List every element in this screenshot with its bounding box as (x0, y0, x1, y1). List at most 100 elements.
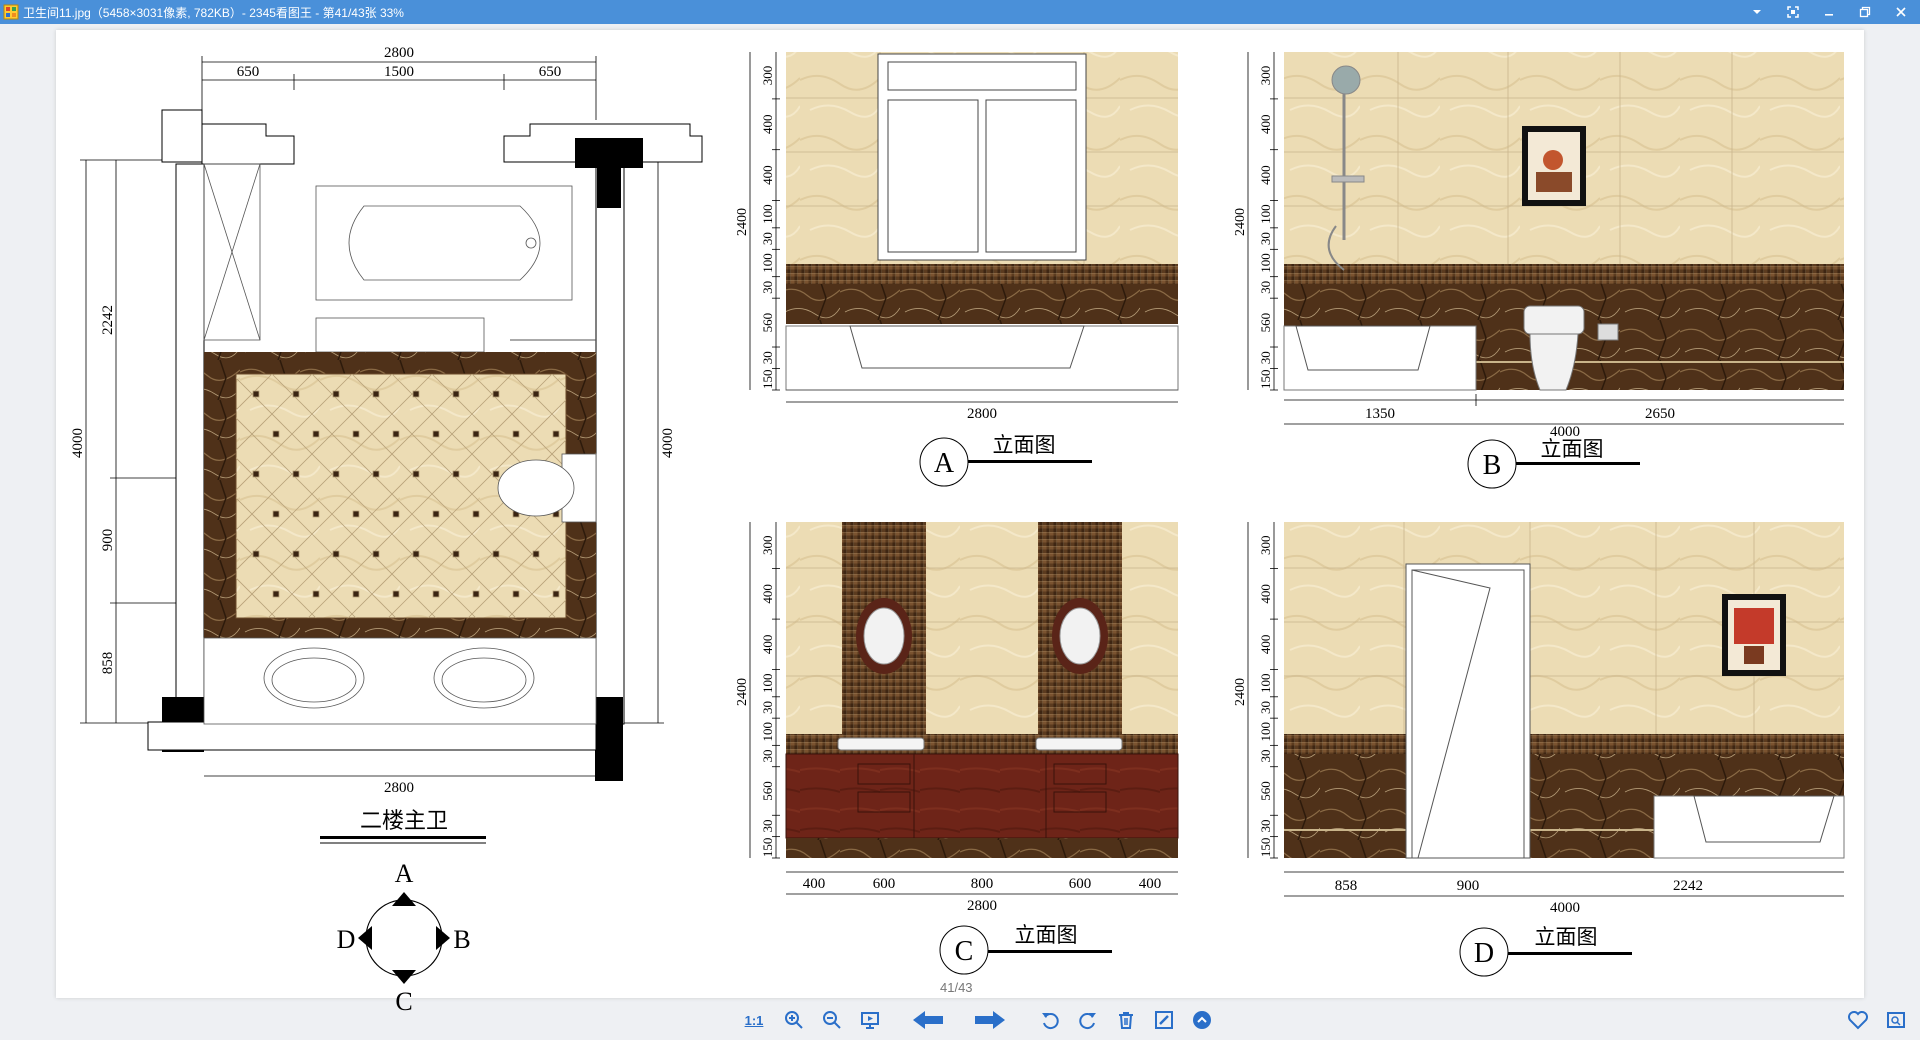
elev-a-v-dim: 150 (760, 370, 775, 390)
rotate-right-button[interactable] (1074, 1006, 1102, 1034)
elev-d-title: 立面图 (1535, 925, 1598, 949)
slideshow-icon (861, 1012, 879, 1029)
plan-tile-dot (412, 470, 420, 478)
elev-d-v-dim: 560 (1258, 781, 1273, 801)
elev-a-title: 立面图 (993, 433, 1056, 457)
elev-d-v-dim: 400 (1258, 584, 1273, 604)
plan-tile-dot (272, 510, 280, 518)
plan-tile-dot (352, 510, 360, 518)
elev-c-v-dim: 30 (760, 750, 775, 763)
elevation-a: 300400400100301003056030150 2400 2800 A … (735, 52, 1179, 487)
plan-tile-dot (452, 390, 460, 398)
elev-d-v-total: 2400 (1233, 678, 1248, 706)
elev-b-picture (1522, 126, 1586, 206)
elev-a-v-dim: 100 (760, 204, 775, 224)
plan-column-bottom-right (595, 697, 623, 781)
elev-c-h-dim-0: 400 (803, 876, 826, 892)
elev-a-v-dim: 400 (760, 165, 775, 185)
elev-a-v-dim: 30 (760, 232, 775, 245)
elev-d-v-dim: 100 (1258, 673, 1273, 693)
compass-east: B (453, 925, 470, 954)
plan-dim-top-total: 2800 (384, 45, 414, 61)
plan-tile-dot (372, 550, 380, 558)
elev-b-v-total: 2400 (1233, 208, 1248, 236)
plan-tile-dot (252, 550, 260, 558)
plan-tile-dot (492, 550, 500, 558)
plan-tile-dot (552, 590, 560, 598)
plan-tile-dot (272, 430, 280, 438)
favorite-button[interactable] (1844, 1006, 1872, 1034)
elev-c-h-total: 2800 (967, 898, 997, 914)
arrow-left-icon (913, 1011, 943, 1029)
next-image-button[interactable] (970, 1006, 1010, 1034)
more-button[interactable] (1188, 1006, 1216, 1034)
plan-tile-dot (392, 510, 400, 518)
slideshow-button[interactable] (856, 1006, 884, 1034)
compass-west: D (337, 925, 356, 954)
plan-dim-top-mid: 1500 (384, 64, 414, 80)
plan-dim-left-b: 900 (100, 529, 116, 552)
elev-a-v-dim: 400 (760, 115, 775, 135)
elev-c-cabinet (785, 753, 1179, 839)
elev-a-h-total: 2800 (967, 406, 997, 422)
elev-b-paper-holder (1597, 323, 1619, 341)
elev-a-v-dim: 300 (760, 66, 775, 86)
plan-tile-dot (312, 590, 320, 598)
elev-d-v-dim: 30 (1258, 701, 1273, 714)
rotate-left-button[interactable] (1036, 1006, 1064, 1034)
elev-b-h-dim-1: 2650 (1645, 406, 1675, 422)
elevation-b: 300 400 400 100 30 100 30 560 30 150 2400 1350 26… (1233, 52, 1844, 489)
elevation-c: 300 400 400 100 30 100 30 560 30 150 2400 400 600… (735, 522, 1179, 975)
zoom-in-icon (785, 1011, 803, 1029)
plan-tile-dot (372, 390, 380, 398)
edit-button[interactable] (1150, 1006, 1178, 1034)
elev-b-v-dim: 30 (1258, 281, 1273, 294)
plan-column-top-right-stem (597, 160, 621, 208)
elev-d-v-dim: 100 (1258, 722, 1273, 742)
plan-tile-dot (452, 550, 460, 558)
elev-a-window (877, 53, 1087, 261)
elev-b-v-dim: 400 (1258, 115, 1273, 135)
actual-size-button[interactable]: 1:1 (740, 1006, 768, 1034)
plan-tile-dot (312, 430, 320, 438)
elev-d-h-dim-1: 900 (1457, 878, 1480, 894)
elev-c-v-dim: 560 (760, 781, 775, 801)
plan-dim-right: 4000 (660, 428, 676, 458)
elev-a-v-dim: 560 (760, 313, 775, 333)
plan-dim-bottom: 2800 (384, 780, 414, 796)
plan-tile-dot (352, 430, 360, 438)
delete-button[interactable] (1112, 1006, 1140, 1034)
plan-tile-dot (512, 430, 520, 438)
plan-tile-dot (432, 430, 440, 438)
plan-tile-dot (452, 470, 460, 478)
plan-tile-dot (252, 390, 260, 398)
elev-d-h-dim-2: 2242 (1673, 878, 1703, 894)
plan-tile-dot (552, 430, 560, 438)
elev-b-v-dim: 30 (1258, 232, 1273, 245)
elev-c-h-dim-3: 600 (1069, 876, 1092, 892)
plan-tile-dot (332, 550, 340, 558)
plan-dim-top-left: 650 (237, 64, 260, 80)
plan-tile-dot (352, 590, 360, 598)
elev-b-h-dim-0: 1350 (1365, 406, 1395, 422)
zoom-out-button[interactable] (818, 1006, 846, 1034)
plan-dim-left-a: 2242 (100, 305, 116, 335)
elev-c-h-dim-4: 400 (1139, 876, 1162, 892)
elev-b-v-dim: 300 (1258, 66, 1273, 86)
elev-c-v-dim: 30 (760, 701, 775, 714)
plan-tile-dot (292, 550, 300, 558)
plan-tile-dot (472, 590, 480, 598)
bottom-toolbar (0, 998, 1920, 1040)
elev-b-v-dim: 560 (1258, 313, 1273, 333)
previous-image-button[interactable] (908, 1006, 948, 1034)
elev-b-v-dim: 150 (1258, 370, 1273, 390)
elev-c-v-dim: 150 (760, 838, 775, 858)
zoom-in-button[interactable] (780, 1006, 808, 1034)
plan-tile-dot (532, 390, 540, 398)
elev-d-door (1405, 563, 1531, 859)
image-search-button[interactable] (1882, 1006, 1910, 1034)
elev-d-v-dim: 400 (1258, 635, 1273, 655)
plan-tile-dot (252, 470, 260, 478)
elev-a-v-dim: 30 (760, 281, 775, 294)
elev-d-v-dim: 150 (1258, 838, 1273, 858)
